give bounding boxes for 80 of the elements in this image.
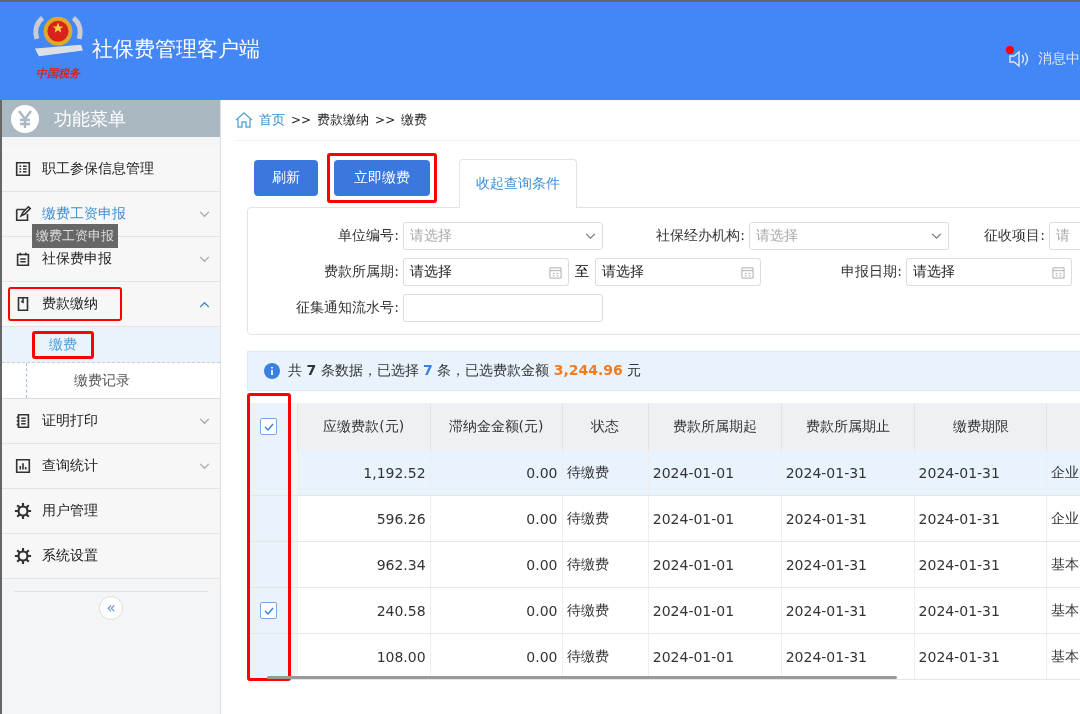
table-cell: 240.58 [297, 587, 431, 634]
select-all-checkbox[interactable] [260, 418, 278, 436]
calendar-icon [741, 265, 754, 279]
yen-icon [10, 103, 40, 134]
field-label: 征收项目: [983, 227, 1046, 245]
table-cell: 2024-01-31 [914, 587, 1047, 634]
field-label: 单位编号: [337, 227, 400, 245]
column-header: 缴费期限 [914, 403, 1047, 450]
breadcrumb-item: 费款缴纳 [317, 111, 370, 129]
menu-icon [14, 412, 32, 430]
table-cell: 基本 [1046, 541, 1080, 588]
row-checkbox[interactable] [260, 602, 278, 620]
table-cell: 基本 [1046, 587, 1080, 634]
table-cell: 2024-01-31 [914, 633, 1047, 680]
table-cell: 2024-01-31 [781, 541, 915, 588]
table-cell: 0.00 [430, 587, 562, 634]
breadcrumb-separator: >> [291, 113, 312, 127]
logo-caption: 中国税务 [36, 66, 80, 81]
table-cell: 2024-01-01 [648, 450, 782, 496]
gear-icon [14, 547, 32, 565]
menu-icon [14, 160, 32, 178]
field-label: 申报日期: [840, 263, 903, 281]
breadcrumb-item: 缴费 [401, 111, 428, 129]
table-cell: 基本 [1046, 633, 1080, 680]
date-field[interactable]: 请选择 [906, 258, 1072, 286]
menu-icon [14, 250, 32, 268]
menu-icon [14, 457, 32, 475]
table-cell: 0.00 [430, 495, 562, 542]
field-label: 费款所属期: [323, 263, 400, 281]
table-cell: 0.00 [430, 541, 562, 588]
action-button[interactable]: 立即缴费 [334, 160, 430, 196]
input-field[interactable] [403, 294, 603, 322]
column-header: 费款所属期止 [781, 403, 915, 450]
breadcrumb-separator: >> [375, 113, 396, 127]
date-field[interactable]: 请选择 [595, 258, 761, 286]
dropdown-icon [931, 232, 942, 240]
column-header: 滞纳金金额(元) [430, 403, 562, 450]
submenu-item[interactable]: 缴费记录 [26, 363, 220, 398]
app-title: 社保费管理客户端 [92, 36, 260, 63]
table-cell: 596.26 [297, 495, 431, 542]
breadcrumb-link[interactable]: 首页 [259, 111, 285, 129]
column-header: 费款所属期起 [648, 403, 782, 450]
table-cell: 2024-01-01 [648, 495, 782, 542]
collapse-filter-tab[interactable]: 收起查询条件 [459, 159, 577, 208]
home-icon[interactable] [235, 112, 253, 128]
table-cell: 0.00 [430, 450, 562, 496]
summary-text: 共 7 条数据，已选择 7 条，已选费款金额 3,244.96 元 [288, 362, 642, 380]
table-cell: 2024-01-01 [648, 541, 782, 588]
calendar-icon [1052, 265, 1065, 279]
info-icon [264, 363, 280, 379]
column-header: 应缴费款(元) [297, 403, 431, 450]
dropdown-icon [585, 232, 596, 240]
table-cell: 2024-01-31 [781, 587, 915, 634]
table-cell: 待缴费 [562, 541, 649, 588]
date-field[interactable]: 请选择 [403, 258, 569, 286]
speaker-icon[interactable] [1008, 50, 1030, 68]
table-cell: 962.34 [297, 541, 431, 588]
gear-icon [14, 502, 32, 520]
table-cell: 1,192.52 [297, 450, 431, 496]
table-cell: 2024-01-31 [781, 450, 915, 496]
table-cell: 2024-01-01 [648, 587, 782, 634]
table-cell: 待缴费 [562, 587, 649, 634]
table-cell: 待缴费 [562, 495, 649, 542]
menu-icon [14, 205, 32, 223]
table-cell: 2024-01-31 [914, 541, 1047, 588]
table-cell: 2024-01-31 [781, 495, 915, 542]
table-cell: 2024-01-31 [914, 495, 1047, 542]
field-label: 征集通知流水号: [295, 299, 400, 317]
scrollbar[interactable] [267, 676, 897, 679]
column-header: 状态 [562, 403, 649, 450]
table-cell: 2024-01-31 [914, 450, 1047, 496]
calendar-icon [549, 265, 562, 279]
action-button[interactable]: 刷新 [254, 160, 318, 196]
table-cell: 待缴费 [562, 450, 649, 496]
table-cell: 企业 [1046, 495, 1080, 542]
field-label: 社保经办机构: [655, 227, 746, 245]
range-separator: 至 [574, 263, 590, 281]
tooltip: 缴费工资申报 [32, 224, 118, 248]
table-cell: 企业 [1046, 450, 1080, 496]
menu-title: 功能菜单 [54, 106, 126, 131]
